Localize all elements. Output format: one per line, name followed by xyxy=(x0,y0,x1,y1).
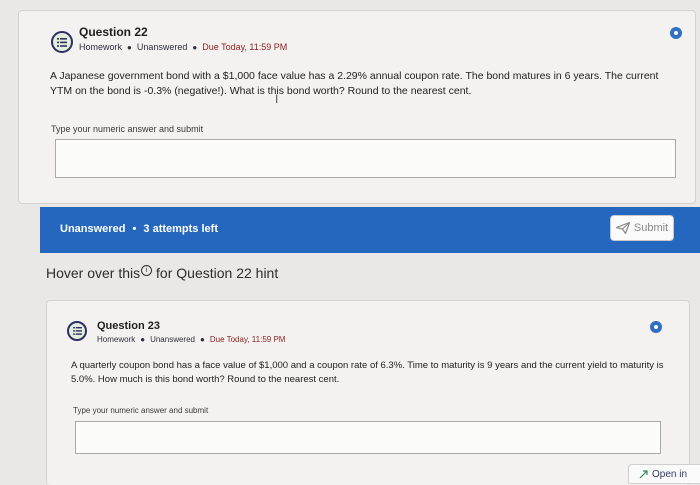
separator-dot: ● xyxy=(192,43,198,52)
answer-input[interactable] xyxy=(55,139,676,178)
open-in-button[interactable]: Open in xyxy=(628,464,700,484)
submission-bar: Unanswered • 3 attempts left Submit xyxy=(40,207,700,253)
open-in-label: Open in xyxy=(652,468,688,480)
meta-type: Homework xyxy=(97,335,136,344)
question-title: Question 23 xyxy=(97,320,160,332)
separator-dot: ● xyxy=(200,335,205,344)
send-icon xyxy=(615,222,630,234)
question-title: Question 22 xyxy=(79,25,148,39)
separator-dot: • xyxy=(132,223,137,235)
question-card-22: Question 22 Homework ● Unanswered ● Due Toda… xyxy=(18,10,696,204)
text-cursor-icon: I xyxy=(275,92,279,106)
status-circle-icon[interactable] xyxy=(670,27,682,39)
meta-type: Homework xyxy=(79,42,123,52)
answer-label: Type your numeric answer and submit xyxy=(73,406,209,415)
meta-due: Due Today, 11:59 PM xyxy=(202,42,288,52)
question-card-23: Question 23 Homework ● Unanswered ● Due Toda… xyxy=(46,300,690,485)
separator-dot: ● xyxy=(127,43,132,52)
hint-text: Hover over this i for Question 22 hint xyxy=(46,265,278,281)
bar-status: Unanswered xyxy=(60,223,126,235)
status-circle-icon[interactable] xyxy=(650,321,662,333)
hint-suffix: for Question 22 hint xyxy=(156,265,279,281)
meta-status: Unanswered xyxy=(150,335,195,344)
question-text: A quarterly coupon bond has a face value… xyxy=(71,360,664,385)
question-text: A Japanese government bond with a $1,000… xyxy=(50,70,659,97)
attempts-left: 3 attempts left xyxy=(143,223,218,235)
answer-input[interactable] xyxy=(75,421,661,454)
list-icon xyxy=(51,31,73,53)
attempts-status: Unanswered • 3 attempts left xyxy=(60,223,218,235)
answer-label: Type your numeric answer and submit xyxy=(51,124,204,134)
expand-arrow-icon xyxy=(639,469,648,478)
question-meta: Homework ● Unanswered ● Due Today, 11:59 PM xyxy=(79,42,287,52)
info-icon[interactable]: i xyxy=(141,265,153,277)
list-icon xyxy=(67,321,87,341)
question-meta: Homework ● Unanswered ● Due Today, 11:59 PM xyxy=(97,335,285,344)
meta-status: Unanswered xyxy=(136,42,188,52)
submit-label: Submit xyxy=(633,222,669,234)
hint-prefix: Hover over this xyxy=(46,265,141,281)
separator-dot: ● xyxy=(140,335,146,344)
submit-button[interactable]: Submit xyxy=(610,215,674,241)
meta-due: Due Today, 11:59 PM xyxy=(209,335,286,344)
